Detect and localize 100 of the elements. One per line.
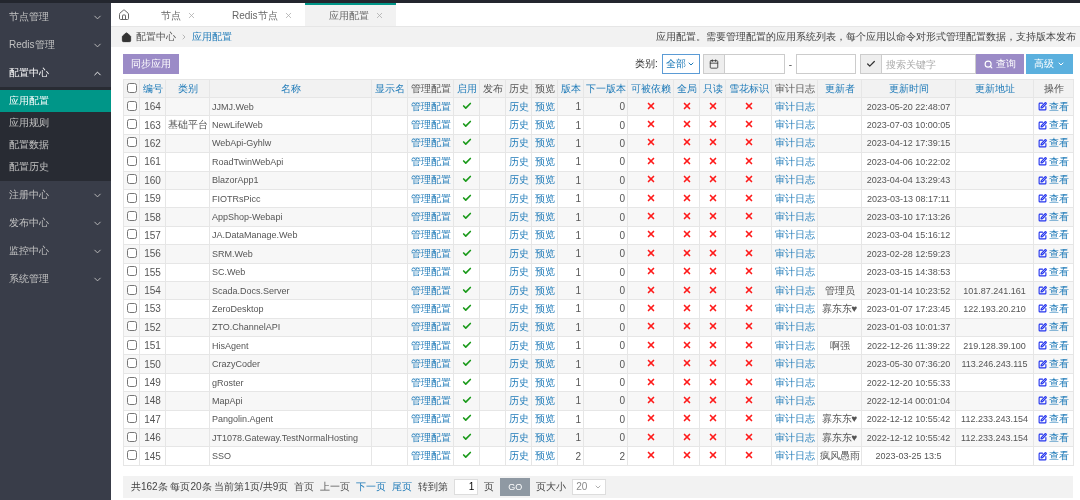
column-header[interactable]: 只读	[699, 79, 726, 98]
pagination-link[interactable]: 下一页	[356, 479, 387, 494]
table-cell: 219.128.39.100	[955, 336, 1034, 355]
row-checkbox[interactable]	[126, 431, 137, 442]
row-checkbox[interactable]	[126, 284, 137, 295]
sidebar-item[interactable]: 系统管理	[0, 265, 111, 293]
table-cell: 122.193.20.210	[955, 299, 1034, 319]
pagination-link[interactable]: 尾页	[392, 479, 413, 494]
column-header[interactable]: 更新者	[817, 79, 862, 98]
table-cell: 啊强	[817, 336, 862, 355]
column-header[interactable]: 下一版本	[583, 79, 628, 98]
column-header[interactable]: 更新时间	[861, 79, 956, 98]
sync-button[interactable]: 同步应用	[123, 54, 179, 74]
advanced-button[interactable]: 高级	[1026, 54, 1073, 74]
table-cell: 2022-12-20 10:55:33	[861, 373, 956, 392]
sidebar-subitem[interactable]: 配置数据	[0, 134, 111, 156]
pagination-summary: 共162条 每页20条 当前第1页/共9页	[131, 479, 289, 494]
tab[interactable]: Redis节点	[208, 3, 305, 26]
table-cell: AppShop-Webapi	[209, 207, 372, 227]
table-cell	[165, 446, 210, 466]
sidebar-item[interactable]: 注册中心	[0, 181, 111, 209]
table-cell: 管理员	[817, 281, 862, 300]
row-checkbox[interactable]	[126, 321, 137, 332]
column-header[interactable]: 版本	[557, 79, 584, 98]
home-icon[interactable]	[118, 8, 130, 21]
end-date-field[interactable]	[796, 54, 856, 74]
row-checkbox[interactable]	[126, 376, 137, 387]
column-header[interactable]: 雪花标识	[725, 79, 772, 98]
table-cell: 158	[139, 207, 166, 227]
row-checkbox[interactable]	[126, 247, 137, 258]
table-cell: 寡东东♥	[817, 428, 862, 447]
page-number-field[interactable]: 1	[454, 478, 479, 495]
table-cell: 2	[557, 446, 584, 466]
page-description: 应用配置。需要管理配置的应用系统列表，每个应用以命令对形式管理配置数据，支持版本发布	[656, 30, 1076, 44]
row-checkbox[interactable]	[126, 211, 137, 222]
row-checkbox[interactable]	[126, 394, 137, 405]
search-button[interactable]: 查询	[976, 54, 1024, 74]
search-field[interactable]: 搜索关键字	[882, 54, 976, 74]
row-checkbox[interactable]	[126, 358, 137, 369]
row-checkbox[interactable]	[126, 266, 137, 277]
row-checkbox[interactable]	[126, 229, 137, 240]
table-cell	[165, 263, 210, 282]
sidebar-subitem[interactable]: 应用配置	[0, 90, 111, 112]
column-header: 预览	[531, 79, 558, 98]
start-date-field[interactable]	[724, 54, 785, 74]
select-all-checkbox[interactable]	[126, 82, 137, 93]
row-checkbox[interactable]	[126, 100, 137, 111]
row-checkbox[interactable]	[126, 303, 137, 313]
table-cell: 112.233.243.154	[955, 410, 1034, 429]
column-header[interactable]: 全局	[673, 79, 700, 98]
page-size-select[interactable]: 20	[572, 478, 607, 495]
tab[interactable]: 节点	[137, 3, 208, 26]
check-icon	[860, 54, 882, 74]
tab[interactable]: 应用配置	[304, 3, 396, 26]
row-checkbox[interactable]	[126, 192, 137, 203]
edit-icon	[1038, 230, 1047, 240]
row-checkbox[interactable]	[126, 339, 137, 350]
row-checkbox[interactable]	[126, 137, 137, 148]
table-cell: 2023-01-07 17:23:45	[861, 299, 956, 319]
column-header[interactable]: 类别	[165, 79, 210, 98]
home-icon	[121, 31, 132, 43]
column-header[interactable]: 更新地址	[955, 79, 1034, 98]
table-cell	[165, 410, 210, 429]
column-header[interactable]: 编号	[139, 79, 166, 98]
sidebar-subitem[interactable]: 应用规则	[0, 112, 111, 134]
table-cell: 0	[583, 263, 628, 282]
row-checkbox[interactable]	[126, 119, 137, 130]
table-cell: 148	[139, 391, 166, 411]
table-cell: 0	[583, 299, 628, 319]
column-header[interactable]: 显示名	[371, 79, 408, 98]
sidebar-item[interactable]: 发布中心	[0, 209, 111, 237]
breadcrumb-item[interactable]: 配置中心	[136, 30, 176, 44]
table-cell: 2023-05-30 07:36:20	[861, 354, 956, 374]
category-dropdown[interactable]: 全部	[661, 54, 700, 74]
sidebar-item[interactable]: Redis管理	[0, 31, 111, 59]
table-cell: FIOTRsPicc	[209, 189, 372, 208]
date-separator: -	[788, 58, 792, 70]
column-header[interactable]: 可被依赖	[627, 79, 674, 98]
row-checkbox[interactable]	[126, 174, 137, 185]
sidebar-item[interactable]: 监控中心	[0, 237, 111, 265]
table-cell: 1	[557, 354, 584, 374]
table-cell: 101.87.241.161	[955, 281, 1034, 300]
sidebar-item[interactable]: 配置中心	[0, 59, 111, 87]
table-cell: 2022-12-26 11:39:22	[861, 336, 956, 355]
column-header[interactable]: 启用	[453, 79, 480, 98]
edit-icon	[1038, 322, 1047, 332]
table-cell: 1	[557, 281, 584, 300]
sidebar-subitem[interactable]: 配置历史	[0, 156, 111, 178]
row-checkbox[interactable]	[126, 155, 137, 166]
sidebar-item[interactable]: 节点管理	[0, 3, 111, 31]
table-cell: 161	[139, 152, 166, 172]
go-button[interactable]: GO	[500, 477, 531, 496]
edit-icon	[1038, 120, 1047, 130]
table-cell: 145	[139, 446, 166, 466]
table-cell: 0	[583, 97, 628, 116]
row-checkbox[interactable]	[126, 413, 137, 424]
breadcrumb-item[interactable]: 应用配置	[192, 30, 232, 44]
table-cell: 0	[583, 244, 628, 263]
column-header[interactable]: 名称	[209, 79, 372, 98]
row-checkbox[interactable]	[126, 450, 137, 461]
